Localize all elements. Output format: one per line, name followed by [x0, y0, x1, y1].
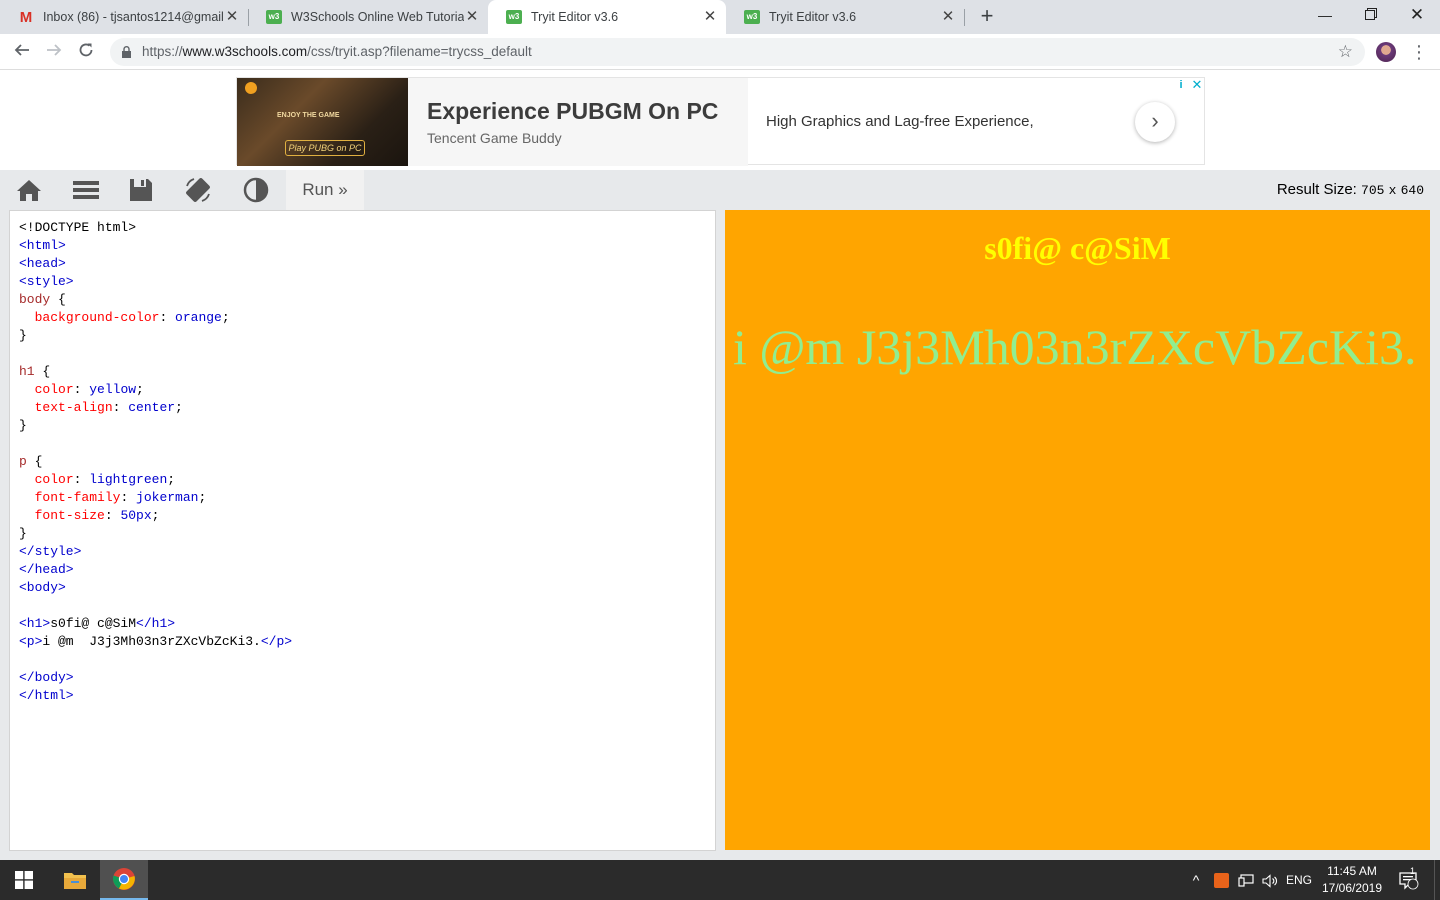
restore-button[interactable]	[1348, 4, 1394, 26]
tab-close-icon[interactable]: ✕	[940, 9, 956, 25]
result-preview[interactable]: s0fi@ c@SiM i @m J3j3Mh03n3rZXcVbZcKi3.	[725, 210, 1430, 850]
tab-title: Inbox (86) - tjsantos1214@gmail.	[43, 10, 224, 24]
result-size-label: Result Size:	[1276, 181, 1357, 198]
folder-icon	[64, 873, 86, 889]
system-clock[interactable]: 11:45 AM 17/06/2019	[1316, 863, 1388, 897]
back-arrow-icon	[14, 44, 29, 56]
result-size-indicator: Result Size: 705 x 640	[1277, 170, 1424, 211]
language-indicator[interactable]: ENG	[1284, 860, 1314, 900]
editor-workspace: <!DOCTYPE html> <html> <head> <style> bo…	[0, 210, 1440, 860]
bookmark-star-icon[interactable]: ☆	[1338, 38, 1353, 66]
w3schools-icon: w3	[744, 9, 760, 25]
lock-icon	[122, 46, 131, 58]
ad-play-caption: Play PUBG on PC	[285, 140, 365, 156]
tab-close-icon[interactable]: ✕	[224, 9, 240, 25]
result-paragraph: i @m J3j3Mh03n3rZXcVbZcKi3.	[733, 319, 1417, 375]
w3schools-icon: w3	[506, 9, 522, 25]
theme-toggle-button[interactable]	[242, 176, 270, 204]
minimize-button[interactable]: —	[1302, 4, 1348, 26]
new-tab-button[interactable]: +	[976, 5, 998, 27]
code-editor[interactable]: <!DOCTYPE html> <html> <head> <style> bo…	[9, 210, 716, 851]
action-center-button[interactable]: 1	[1396, 860, 1422, 900]
reload-icon	[79, 43, 93, 57]
result-heading: s0fi@ c@SiM	[984, 230, 1171, 266]
tab-title: Tryit Editor v3.6	[769, 10, 857, 24]
url-text: https://www.w3schools.com/css/tryit.asp?…	[142, 44, 532, 59]
save-floppy-icon	[130, 179, 152, 201]
tab-close-icon[interactable]: ✕	[702, 9, 718, 25]
windows-taskbar: ^ ENG 11:45 AM 17/06/2019 1	[0, 860, 1440, 900]
address-bar[interactable]: https://www.w3schools.com/css/tryit.asp?…	[110, 38, 1365, 66]
clock-date: 17/06/2019	[1321, 881, 1383, 895]
ad-description-block[interactable]: High Graphics and Lag-free Experience, ›	[748, 78, 1204, 164]
browser-tabstrip: M Inbox (86) - tjsantos1214@gmail. ✕ w3 …	[0, 0, 1440, 34]
browser-toolbar: https://www.w3schools.com/css/tryit.asp?…	[0, 34, 1440, 70]
result-size-x: x	[1388, 183, 1397, 198]
show-desktop-button[interactable]	[1434, 860, 1440, 900]
close-window-button[interactable]: ✕	[1394, 4, 1440, 26]
hamburger-menu-icon	[73, 181, 99, 199]
volume-icon[interactable]	[1259, 860, 1281, 900]
start-button[interactable]	[0, 860, 48, 900]
speaker-icon	[1262, 874, 1277, 888]
tray-app-icon[interactable]	[1211, 860, 1231, 900]
tab-tryit-active[interactable]: w3 Tryit Editor v3.6 ✕	[488, 0, 726, 34]
forward-button[interactable]	[42, 40, 66, 64]
reload-button[interactable]	[74, 40, 98, 64]
ad-title: Experience PUBGM On PC	[427, 98, 719, 124]
ad-game-image[interactable]: ENJOY THE GAME Play PUBG on PC	[237, 78, 408, 166]
result-height: 640	[1400, 183, 1424, 198]
contrast-icon	[243, 177, 269, 203]
tab-w3schools[interactable]: w3 W3Schools Online Web Tutorials ✕	[248, 0, 488, 34]
ad-chevron-right-icon[interactable]: ›	[1135, 102, 1175, 142]
back-button[interactable]	[10, 40, 34, 64]
save-button[interactable]	[127, 176, 155, 204]
notification-count: 1	[1410, 866, 1416, 876]
tab-tryit[interactable]: w3 Tryit Editor v3.6 ✕	[726, 0, 964, 34]
chrome-icon	[113, 868, 135, 890]
w3schools-icon: w3	[266, 9, 282, 25]
ad-subtitle: Tencent Game Buddy	[427, 130, 562, 146]
clock-time: 11:45 AM	[1327, 864, 1377, 878]
menu-kebab-icon[interactable]: ⋮	[1410, 40, 1428, 64]
ad-close-icon[interactable]: ✕	[1190, 78, 1204, 92]
code-text[interactable]: <!DOCTYPE html> <html> <head> <style> bo…	[19, 219, 292, 705]
file-explorer-button[interactable]	[52, 860, 98, 900]
ad-info-icon[interactable]: i	[1174, 78, 1188, 92]
profile-avatar[interactable]	[1376, 42, 1396, 62]
rotate-icon	[186, 178, 210, 202]
home-icon	[17, 180, 41, 201]
tab-title: Tryit Editor v3.6	[531, 10, 619, 24]
tab-title: W3Schools Online Web Tutorials	[291, 10, 464, 24]
ad-headline-block[interactable]: Experience PUBGM On PC Tencent Game Budd…	[408, 78, 748, 166]
advertisement-banner[interactable]: ENJOY THE GAME Play PUBG on PC Experienc…	[236, 77, 1205, 166]
tab-gmail[interactable]: M Inbox (86) - tjsantos1214@gmail. ✕	[0, 0, 248, 34]
home-button[interactable]	[15, 176, 43, 204]
game-logo-icon	[245, 82, 257, 94]
network-icon[interactable]	[1235, 860, 1257, 900]
ad-image-tagline: ENJOY THE GAME	[277, 112, 340, 119]
chrome-taskbar-button[interactable]	[100, 860, 148, 900]
tab-divider	[964, 9, 965, 26]
forward-arrow-icon	[47, 44, 62, 56]
restore-icon	[1365, 8, 1377, 20]
result-width: 705	[1361, 183, 1385, 198]
network-monitor-icon	[1238, 874, 1254, 887]
ad-description: High Graphics and Lag-free Experience,	[766, 113, 1034, 130]
menu-button[interactable]	[72, 176, 100, 204]
tryit-toolbar: Run » Result Size: 705 x 640	[0, 170, 1440, 210]
gmail-icon: M	[19, 8, 33, 26]
windows-logo-icon	[15, 871, 33, 889]
notification-icon	[1399, 872, 1419, 890]
tab-close-icon[interactable]: ✕	[464, 9, 480, 25]
tray-chevron-up-icon[interactable]: ^	[1186, 860, 1206, 900]
rotate-layout-button[interactable]	[184, 176, 212, 204]
run-button[interactable]: Run »	[286, 170, 364, 210]
